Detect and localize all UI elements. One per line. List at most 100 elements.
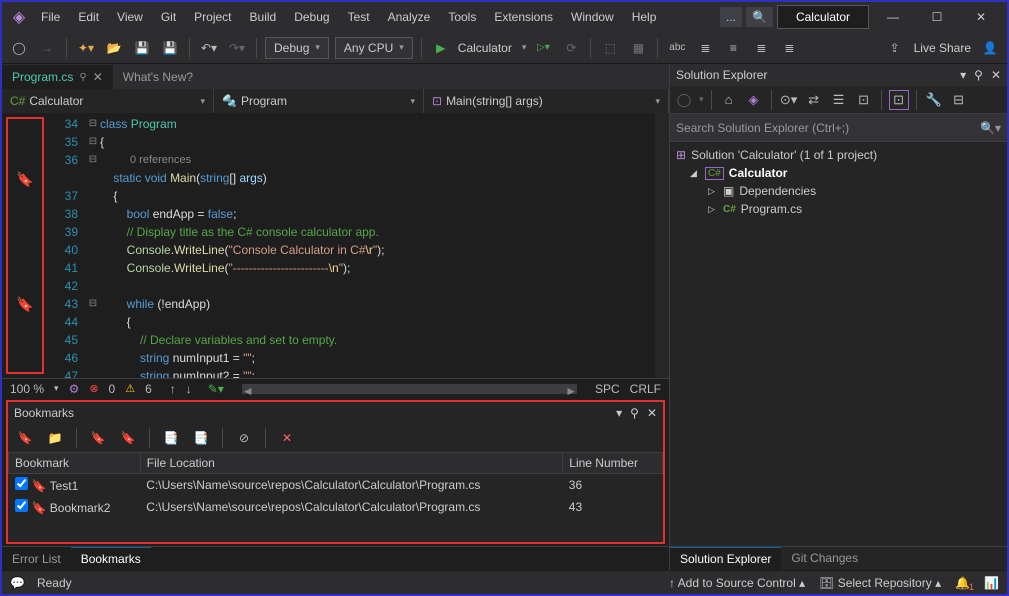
bookmark-checkbox[interactable]: [15, 477, 28, 490]
delete-icon[interactable]: ✕: [276, 427, 298, 449]
redo-icon[interactable]: ↷▾: [226, 37, 248, 59]
preview-icon[interactable]: ⊟: [949, 92, 969, 108]
bookmark-margin[interactable]: 🔖 🔖: [6, 117, 44, 374]
up-arrow-icon[interactable]: ↑: [170, 382, 176, 396]
next-folder-icon[interactable]: 📑: [190, 427, 212, 449]
add-source-control[interactable]: ↑ Add to Source Control ▴: [669, 576, 805, 590]
uncomment-icon[interactable]: ≣: [778, 37, 800, 59]
encoding[interactable]: SPC: [595, 382, 620, 396]
feedback-icon[interactable]: 📊: [984, 576, 999, 590]
prev-bookmark-icon[interactable]: 🔖: [87, 427, 109, 449]
minimize-button[interactable]: —: [873, 3, 913, 31]
start-button[interactable]: ▶: [430, 37, 452, 59]
abc-icon[interactable]: abc: [666, 37, 688, 59]
down-arrow-icon[interactable]: ↓: [186, 382, 192, 396]
expand-icon[interactable]: ▷: [708, 186, 718, 197]
menu-analyze[interactable]: Analyze: [379, 6, 440, 28]
account-icon[interactable]: 👤: [979, 37, 1001, 59]
lightbulb-icon[interactable]: ⚙: [69, 382, 80, 396]
undo-icon[interactable]: ↶▾: [198, 37, 220, 59]
select-repo[interactable]: 🗄 Select Repository ▴: [819, 576, 941, 590]
solution-node[interactable]: ⊞Solution 'Calculator' (1 of 1 project): [670, 146, 1007, 164]
dropdown-icon[interactable]: ▾: [960, 68, 966, 82]
menu-edit[interactable]: Edit: [69, 6, 108, 28]
bookmark-icon[interactable]: 🔖: [16, 296, 33, 313]
tab-solution-explorer[interactable]: Solution Explorer: [670, 547, 781, 570]
hot-reload-icon[interactable]: ⟳: [560, 37, 582, 59]
menu-tools[interactable]: Tools: [439, 6, 485, 28]
menu-view[interactable]: View: [108, 6, 152, 28]
menu-extensions[interactable]: Extensions: [485, 6, 562, 28]
maximize-button[interactable]: ☐: [917, 3, 957, 31]
open-icon[interactable]: 📂: [103, 37, 125, 59]
show-all-icon[interactable]: ⊡: [889, 90, 909, 110]
menu-project[interactable]: Project: [185, 6, 240, 28]
tab-whatsnew[interactable]: What's New?: [113, 65, 203, 89]
disable-icon[interactable]: ⊘: [233, 427, 255, 449]
properties-icon[interactable]: 🔧: [924, 92, 944, 108]
new-folder-icon[interactable]: 📁: [44, 427, 66, 449]
tab-errorlist[interactable]: Error List: [2, 548, 71, 570]
platform-combo[interactable]: Any CPU: [335, 37, 413, 59]
col-header[interactable]: File Location: [140, 453, 562, 474]
save-all-icon[interactable]: 💾: [159, 37, 181, 59]
bookmark-row[interactable]: 🔖 Bookmark2C:\Users\Name\source\repos\Ca…: [9, 496, 663, 518]
tab-git-changes[interactable]: Git Changes: [781, 547, 868, 570]
pending-icon[interactable]: ⇄: [804, 92, 824, 108]
liveshare-icon[interactable]: ⇪: [884, 37, 906, 59]
step-icon[interactable]: ⬚: [599, 37, 621, 59]
menu-git[interactable]: Git: [152, 6, 185, 28]
nav-class[interactable]: 🔩Program▾: [214, 89, 424, 113]
pin-icon[interactable]: ⚲: [630, 406, 639, 420]
code-editor[interactable]: 343536 373839404142434445464748 ⊟⊟⊟⊟ cla…: [44, 113, 669, 378]
filter-icon[interactable]: ☰: [829, 92, 849, 108]
comment-icon[interactable]: ≣: [750, 37, 772, 59]
pin-icon[interactable]: ⚲: [79, 72, 86, 83]
tab-program[interactable]: Program.cs⚲✕: [2, 65, 113, 89]
start-target[interactable]: Calculator: [458, 41, 512, 55]
line-ending[interactable]: CRLF: [630, 382, 661, 396]
error-icon[interactable]: ⊗: [89, 382, 98, 395]
menu-window[interactable]: Window: [562, 6, 623, 28]
close-icon[interactable]: ✕: [991, 68, 1001, 82]
search-dots-button[interactable]: ...: [720, 7, 742, 27]
dependencies-node[interactable]: ▷▣Dependencies: [670, 182, 1007, 200]
close-button[interactable]: ✕: [961, 3, 1001, 31]
sync-icon[interactable]: ⊙▾: [779, 92, 799, 108]
output-icon[interactable]: 💬: [10, 576, 25, 590]
close-icon[interactable]: ✕: [647, 406, 657, 420]
project-node[interactable]: ◢C#Calculator: [670, 164, 1007, 182]
menu-debug[interactable]: Debug: [285, 6, 338, 28]
pin-icon[interactable]: ⚲: [974, 68, 983, 82]
expand-icon[interactable]: ▷: [708, 204, 718, 215]
switch-icon[interactable]: ◈: [744, 92, 764, 108]
nav-method[interactable]: ⊡Main(string[] args)▾: [424, 89, 669, 113]
se-search[interactable]: Search Solution Explorer (Ctrl+;)🔍▾: [670, 114, 1007, 142]
close-icon[interactable]: ✕: [93, 70, 103, 84]
zoom-combo[interactable]: 100 %: [10, 382, 44, 396]
collapse-icon[interactable]: ◢: [690, 168, 700, 179]
search-button[interactable]: 🔍: [746, 7, 773, 27]
bookmark-icon[interactable]: 🔖: [16, 171, 33, 188]
hscrollbar[interactable]: ◄►: [242, 384, 577, 394]
new-icon[interactable]: ✦▾: [75, 37, 97, 59]
dropdown-icon[interactable]: ▾: [616, 406, 622, 420]
start-nodebug-button[interactable]: ▷▾: [532, 37, 554, 59]
col-header[interactable]: Bookmark: [9, 453, 141, 474]
browser-icon[interactable]: ▦: [627, 37, 649, 59]
indent-icon[interactable]: ≣: [694, 37, 716, 59]
forward-icon[interactable]: →: [36, 37, 58, 59]
menu-file[interactable]: File: [32, 6, 69, 28]
notifications-icon[interactable]: 🔔1: [955, 576, 970, 590]
pen-icon[interactable]: ✎▾: [208, 382, 224, 396]
collapse-icon[interactable]: ⊡: [854, 92, 874, 108]
menu-help[interactable]: Help: [623, 6, 666, 28]
save-icon[interactable]: 💾: [131, 37, 153, 59]
col-header[interactable]: Line Number: [563, 453, 663, 474]
config-combo[interactable]: Debug: [265, 37, 329, 59]
nav-project[interactable]: C# Calculator▾: [2, 89, 214, 113]
bookmark-row[interactable]: 🔖 Test1C:\Users\Name\source\repos\Calcul…: [9, 474, 663, 497]
tab-bookmarks[interactable]: Bookmarks: [71, 547, 151, 570]
back-icon[interactable]: ◯: [674, 92, 694, 108]
format-icon[interactable]: ≡: [722, 37, 744, 59]
